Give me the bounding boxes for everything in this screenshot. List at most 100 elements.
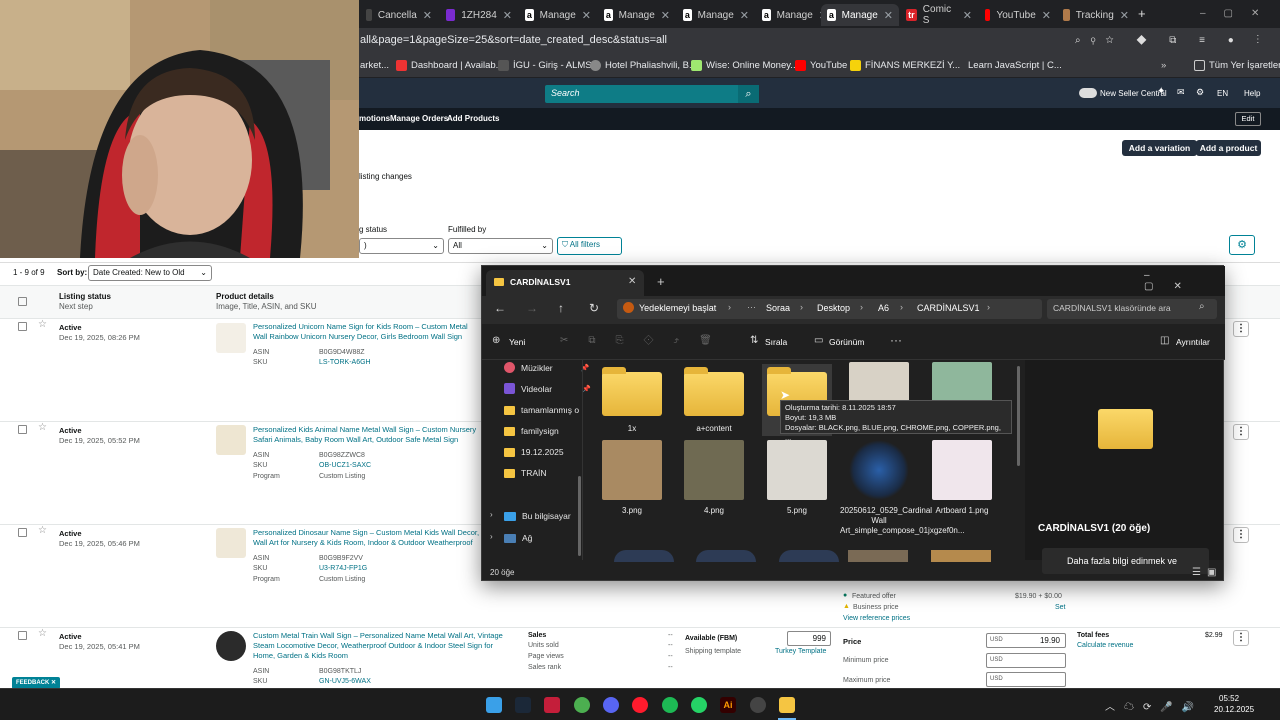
breadcrumb-item[interactable]: CARDİNALSV1 <box>917 303 980 313</box>
tab-tracking-number[interactable]: 1ZH284 ✕ <box>440 4 518 26</box>
star-icon[interactable]: ☆ <box>38 628 47 639</box>
grid-view-icon[interactable]: ▣ <box>1207 567 1216 578</box>
tab-comic[interactable]: tr Comic S ✕ <box>900 4 978 26</box>
sku-link[interactable]: U3-R74J-FP1G <box>319 565 367 572</box>
illustrator-icon[interactable]: Ai <box>720 697 736 713</box>
language-selector[interactable]: EN <box>1217 89 1228 98</box>
star-icon[interactable]: ☆ <box>38 422 47 433</box>
view-reference-prices-link[interactable]: View reference prices <box>843 615 910 622</box>
bookmark-item[interactable]: arket... <box>360 60 389 71</box>
forward-arrow-icon[interactable]: → <box>526 301 538 315</box>
row-actions-icon[interactable]: ⋮ <box>1233 630 1249 646</box>
nav-folder[interactable]: TRAİN <box>504 468 547 478</box>
tab-manage-active[interactable]: a Manage ✕ <box>821 4 899 26</box>
product-thumbnail[interactable] <box>216 528 246 558</box>
chrome-icon[interactable] <box>574 697 590 713</box>
quantity-input[interactable]: 999 <box>787 631 831 646</box>
nav-this-pc[interactable]: Bu bilgisayar <box>504 511 571 521</box>
content-scrollbar[interactable] <box>1017 366 1020 466</box>
product-thumbnail[interactable] <box>216 425 246 455</box>
app-icon[interactable] <box>544 697 560 713</box>
tab-tracking[interactable]: Tracking ✕ <box>1057 4 1135 26</box>
bookmark-item[interactable]: Wise: Online Money... <box>691 60 798 71</box>
clock-time[interactable]: 05:52 <box>1219 694 1239 703</box>
refresh-icon[interactable]: ↻ <box>589 301 599 315</box>
image-file[interactable]: 4.png <box>679 440 749 516</box>
star-icon[interactable]: ☆ <box>38 319 47 330</box>
product-thumbnail[interactable] <box>216 323 246 353</box>
product-title-link[interactable]: Personalized Unicorn Name Sign for Kids … <box>253 322 483 342</box>
new-button[interactable]: Yeni <box>509 337 525 347</box>
image-thumbnail[interactable] <box>696 550 756 562</box>
row-actions-icon[interactable]: ⋮ <box>1233 321 1249 337</box>
clock-date[interactable]: 20.12.2025 <box>1214 705 1254 714</box>
image-thumbnail[interactable] <box>931 550 991 562</box>
more-bookmarks-icon[interactable]: » <box>1161 60 1166 71</box>
calculate-revenue-link[interactable]: Calculate revenue <box>1077 642 1133 649</box>
nav-add-products[interactable]: Add Products <box>447 114 499 123</box>
url-text[interactable]: all&page=1&pageSize=25&sort=date_created… <box>360 34 667 46</box>
image-thumbnail[interactable] <box>779 550 839 562</box>
details-pane-icon[interactable]: ◫ <box>1160 335 1169 346</box>
new-tab-icon[interactable]: + <box>1138 6 1146 21</box>
whatsapp-icon[interactable] <box>691 697 707 713</box>
image-file[interactable]: Artboard 1.png <box>927 440 997 516</box>
close-icon[interactable]: ✕ <box>503 9 512 22</box>
expand-chevron-icon[interactable]: › <box>490 532 493 541</box>
sort-button[interactable]: Sırala <box>765 337 787 347</box>
bookmark-item[interactable]: Hotel Phaliashvili, B... <box>590 60 697 71</box>
search-icon[interactable]: ⌕ <box>738 85 759 103</box>
listing-status-select[interactable]: ) ⌄ <box>359 238 444 254</box>
edit-nav-button[interactable]: Edit <box>1235 112 1261 126</box>
tab-manage-3[interactable]: a Manage ✕ <box>677 4 755 26</box>
up-arrow-icon[interactable]: ↑ <box>558 301 564 315</box>
product-thumbnail[interactable] <box>216 631 246 661</box>
product-title-link[interactable]: Personalized Kids Animal Name Metal Wall… <box>253 425 483 445</box>
fulfilled-by-select[interactable]: All ⌄ <box>448 238 553 254</box>
expand-chevron-icon[interactable]: › <box>490 510 493 519</box>
select-all-checkbox[interactable] <box>18 297 27 306</box>
settings-gear-icon[interactable]: ⚙ <box>1229 235 1255 255</box>
sku-link[interactable]: OB-UCZ1-SAXC <box>319 462 371 469</box>
close-icon[interactable]: ✕ <box>884 9 893 22</box>
nav-folder[interactable]: tamamlanmış o <box>504 405 579 415</box>
search-icon[interactable]: ⌕ <box>1199 301 1205 312</box>
bookmark-item[interactable]: Dashboard | Availab... <box>396 60 504 71</box>
image-thumbnail[interactable] <box>614 550 674 562</box>
col-listing-status[interactable]: Listing status <box>59 292 111 301</box>
nav-folder[interactable]: familysign <box>504 426 559 436</box>
breadcrumb-item[interactable]: Yedeklemeyi başlat <box>639 303 716 313</box>
close-icon[interactable]: ✕ <box>1120 9 1129 22</box>
app-icon[interactable] <box>750 697 766 713</box>
new-seller-central-toggle[interactable] <box>1079 88 1097 98</box>
tab-cancellations[interactable]: Cancella ✕ <box>360 4 438 26</box>
tab-youtube[interactable]: YouTube ✕ <box>979 4 1057 26</box>
product-title-link[interactable]: Custom Metal Train Wall Sign – Personali… <box>253 631 513 661</box>
bookmark-item[interactable]: Learn JavaScript | C... <box>968 60 1062 71</box>
close-icon[interactable]: ✕ <box>963 9 972 22</box>
system-tray-icons[interactable]: ︿☁⟳🎤🔊 <box>1105 698 1203 713</box>
set-business-price-link[interactable]: Set <box>1055 604 1066 611</box>
window-controls[interactable]: –▢✕ <box>1144 270 1223 292</box>
view-button[interactable]: Görünüm <box>829 337 864 347</box>
nav-promotions[interactable]: motions <box>359 114 390 123</box>
more-icon[interactable]: ··· <box>747 302 756 312</box>
close-icon[interactable]: ✕ <box>740 9 749 22</box>
product-title-link[interactable]: Personalized Dinosaur Name Sign – Custom… <box>253 528 483 548</box>
minimum-price-input[interactable]: USD <box>986 653 1066 668</box>
all-bookmarks[interactable]: Tüm Yer İşaretleri <box>1194 60 1280 71</box>
folder-item[interactable]: a+content <box>679 364 749 434</box>
sku-link[interactable]: LS-TORK-A6GH <box>319 359 371 366</box>
list-view-icon[interactable]: ☰ <box>1192 567 1201 578</box>
listing-changes-link[interactable]: listing changes <box>359 172 412 181</box>
shipping-template-link[interactable]: Turkey Template <box>775 648 826 655</box>
nav-manage-orders[interactable]: Manage Orders <box>390 114 448 123</box>
nav-music[interactable]: Müzikler 📌 <box>504 362 589 373</box>
col-product-details[interactable]: Product details <box>216 292 274 301</box>
star-icon[interactable]: ☆ <box>38 525 47 536</box>
toolbar-icons[interactable]: ⌕⚲☆ ◆ ⧉ ≡ ● ⋮ <box>1075 35 1269 46</box>
mail-icon[interactable]: ✉ <box>1177 87 1185 98</box>
more-options-icon[interactable]: ··· <box>890 333 902 347</box>
image-file[interactable]: 5.png <box>762 440 832 516</box>
back-arrow-icon[interactable]: ← <box>494 301 506 315</box>
